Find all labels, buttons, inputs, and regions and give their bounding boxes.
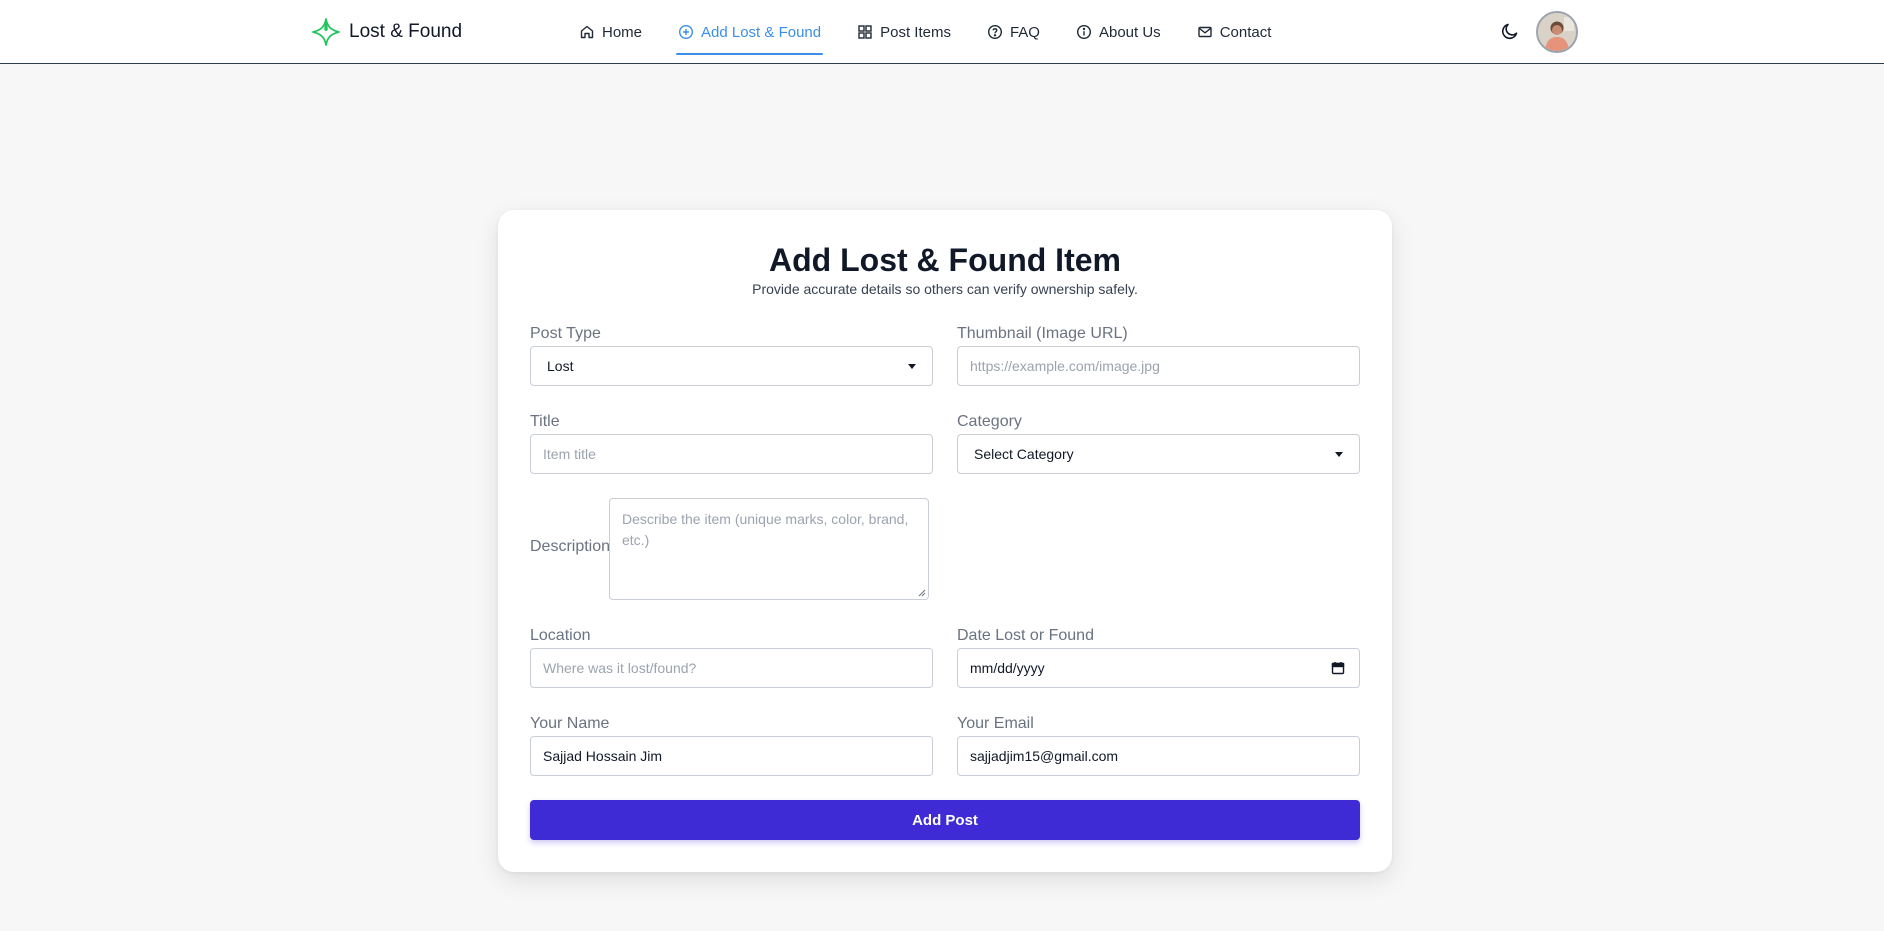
date-value: mm/dd/yyyy [970, 660, 1045, 676]
title-input[interactable]: Item title [530, 434, 933, 474]
chevron-down-icon [1335, 452, 1343, 457]
description-placeholder: Describe the item (unique marks, color, … [622, 511, 909, 548]
resize-handle-icon[interactable] [918, 589, 926, 597]
user-avatar[interactable] [1536, 11, 1578, 53]
home-icon [580, 25, 594, 39]
location-input[interactable]: Where was it lost/found? [530, 648, 933, 688]
location-placeholder: Where was it lost/found? [543, 660, 697, 676]
navbar: Lost & Found Home Add Lost & Found Post … [0, 0, 1884, 64]
description-textarea[interactable]: Describe the item (unique marks, color, … [609, 498, 929, 600]
date-input[interactable]: mm/dd/yyyy [957, 648, 1360, 688]
nav-links: Home Add Lost & Found Post Items FAQ Abo… [567, 0, 1295, 64]
nav-item-post-items[interactable]: Post Items [845, 9, 963, 55]
date-label: Date Lost or Found [957, 627, 1094, 644]
nav-item-home[interactable]: Home [567, 9, 654, 55]
post-type-select[interactable]: Lost [530, 346, 933, 386]
brand[interactable]: Lost & Found [311, 17, 462, 47]
info-circle-icon [1076, 24, 1091, 40]
nav-item-add-lost-found[interactable]: Add Lost & Found [666, 9, 833, 55]
page-subtitle: Provide accurate details so others can v… [752, 281, 1138, 297]
title-label: Title [530, 413, 560, 430]
add-post-button[interactable]: Add Post [530, 800, 1360, 840]
nav-item-label: Post Items [880, 23, 951, 41]
name-input[interactable]: Sajjad Hossain Jim [530, 736, 933, 776]
post-type-label: Post Type [530, 325, 601, 342]
nav-item-faq[interactable]: FAQ [975, 9, 1052, 55]
nav-item-label: FAQ [1009, 23, 1040, 41]
thumbnail-label: Thumbnail (Image URL) [957, 325, 1128, 342]
thumbnail-input[interactable]: https://example.com/image.jpg [957, 346, 1360, 386]
add-item-card: Add Lost & Found Item Provide accurate d… [498, 210, 1392, 872]
category-value: Select Category [974, 446, 1074, 462]
grid-icon [858, 25, 872, 39]
email-value: sajjadjim15@gmail.com [970, 748, 1119, 764]
brand-name: Lost & Found [349, 21, 463, 42]
post-type-value: Lost [547, 358, 574, 374]
email-input[interactable]: sajjadjim15@gmail.com [957, 736, 1360, 776]
avatar-image [1538, 13, 1576, 51]
nav-item-label: Add Lost & Found [701, 23, 822, 41]
mail-icon [1197, 26, 1212, 38]
category-label: Category [957, 413, 1022, 430]
calendar-icon[interactable] [1331, 661, 1345, 675]
nav-item-label: Contact [1219, 23, 1272, 41]
category-select[interactable]: Select Category [957, 434, 1360, 474]
description-label: Description [530, 538, 611, 555]
nav-item-contact[interactable]: Contact [1185, 9, 1284, 55]
location-label: Location [530, 627, 591, 644]
email-label: Your Email [957, 715, 1034, 732]
page-title: Add Lost & Found Item [769, 242, 1121, 278]
sparkle-cross-icon [312, 18, 340, 46]
moon-icon[interactable] [1500, 21, 1520, 41]
nav-item-label: About Us [1098, 23, 1161, 41]
nav-item-label: Home [602, 23, 643, 41]
name-value: Sajjad Hossain Jim [543, 748, 663, 764]
plus-circle-icon [679, 24, 694, 40]
chevron-down-icon [908, 364, 916, 369]
nav-item-about-us[interactable]: About Us [1064, 9, 1173, 55]
title-placeholder: Item title [543, 446, 596, 462]
thumbnail-placeholder: https://example.com/image.jpg [970, 358, 1160, 374]
question-circle-icon [987, 24, 1002, 40]
name-label: Your Name [530, 715, 610, 732]
